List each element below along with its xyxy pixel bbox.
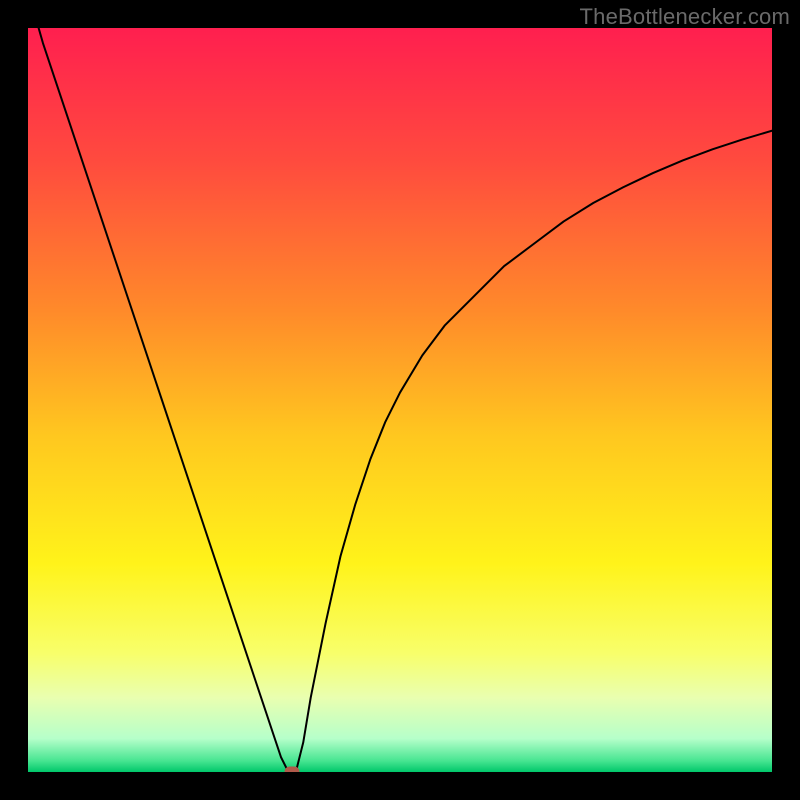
outer-frame: TheBottlenecker.com [0, 0, 800, 800]
plot-area [28, 28, 772, 772]
watermark-text: TheBottlenecker.com [580, 4, 790, 30]
optimal-point-marker [285, 767, 300, 773]
bottleneck-curve [28, 28, 772, 772]
